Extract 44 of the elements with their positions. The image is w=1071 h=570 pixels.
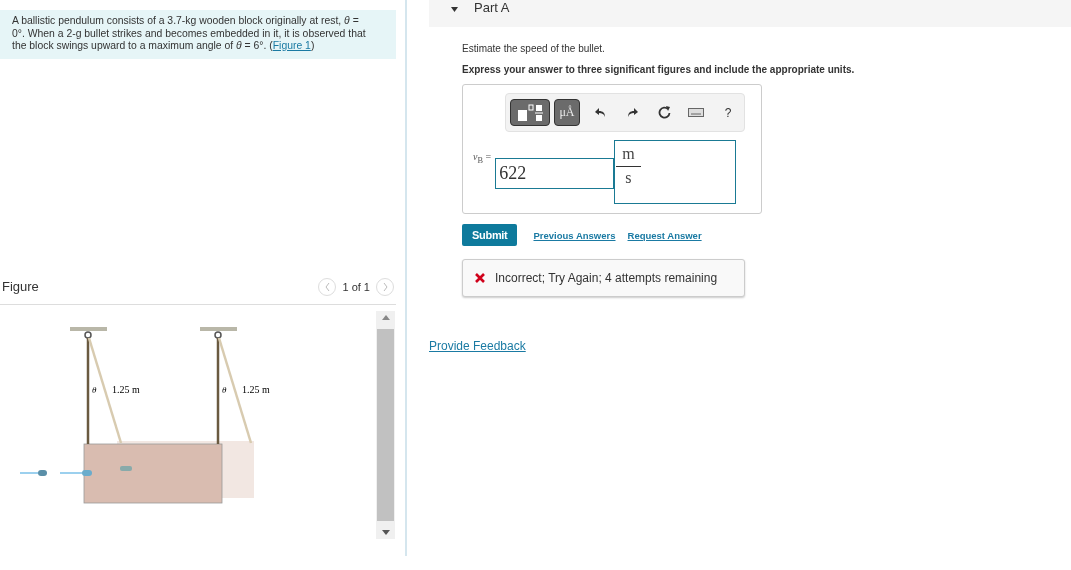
ceiling-plate bbox=[70, 326, 107, 331]
keyboard-icon bbox=[688, 108, 704, 117]
unit-denominator: s bbox=[625, 168, 632, 187]
question-text: Estimate the speed of the bullet. bbox=[462, 43, 606, 54]
feedback-text: Incorrect; Try Again; 4 attempts remaining bbox=[495, 271, 718, 285]
figure-counter: 1 of 1 bbox=[342, 280, 370, 293]
angle-label: θ bbox=[222, 384, 227, 395]
variable-label: v$_{B}$ = bbox=[473, 151, 492, 165]
answer-link[interactable]: Previous Answers bbox=[533, 229, 616, 241]
scrollbar[interactable] bbox=[376, 310, 395, 539]
templates-button[interactable] bbox=[510, 99, 550, 126]
scroll-down-icon bbox=[381, 529, 390, 535]
caret-icon bbox=[451, 7, 458, 12]
help-button[interactable]: ? bbox=[712, 99, 744, 126]
bullet-drawing bbox=[59, 469, 92, 476]
length-label: 1.25 m bbox=[112, 383, 140, 395]
figure-title: Figure bbox=[2, 279, 39, 294]
templates-icon bbox=[517, 103, 543, 122]
angle-label: θ bbox=[92, 384, 97, 395]
answer-link[interactable]: Request Answer bbox=[627, 229, 702, 241]
scroll-thumb[interactable] bbox=[377, 328, 394, 521]
bullet-drawing bbox=[19, 469, 47, 476]
pivot-icon bbox=[84, 330, 92, 339]
cross-icon bbox=[475, 273, 485, 283]
problem-statement: A ballistic pendulum consists of a 3.7-kg wooden block originally at rest, θ = 0°. When a 2-g bullet strikes and becomes embedded in it, it is observed that the block swings upward to a maximum angle of θ = 6°. (Figure 1) bbox=[0, 10, 396, 59]
submit-button[interactable]: Submit bbox=[462, 224, 518, 246]
part-header[interactable]: Part A bbox=[429, 0, 1071, 27]
pivot-icon bbox=[214, 330, 222, 339]
redo-icon bbox=[626, 107, 638, 118]
ceiling-plate bbox=[200, 326, 237, 331]
scroll-up-icon bbox=[381, 314, 390, 320]
provide-feedback-link[interactable]: Provide Feedback bbox=[429, 339, 1071, 353]
part-title: Part A bbox=[474, 1, 510, 14]
length-label: 1.25 m bbox=[242, 383, 270, 395]
units-field[interactable]: m s bbox=[614, 140, 737, 204]
reset-icon bbox=[657, 106, 671, 119]
answer-field[interactable]: 622 bbox=[495, 158, 615, 189]
undo-icon bbox=[594, 107, 606, 118]
embedded-bullet bbox=[120, 465, 132, 471]
unit-numerator: m bbox=[616, 141, 641, 167]
instruction-text: Express your answer to three significant figures and include the appropriate units. bbox=[462, 64, 856, 75]
chevron-right-icon bbox=[382, 282, 388, 291]
chevron-left-icon bbox=[324, 282, 330, 291]
units-button[interactable]: μÅ bbox=[554, 99, 580, 126]
